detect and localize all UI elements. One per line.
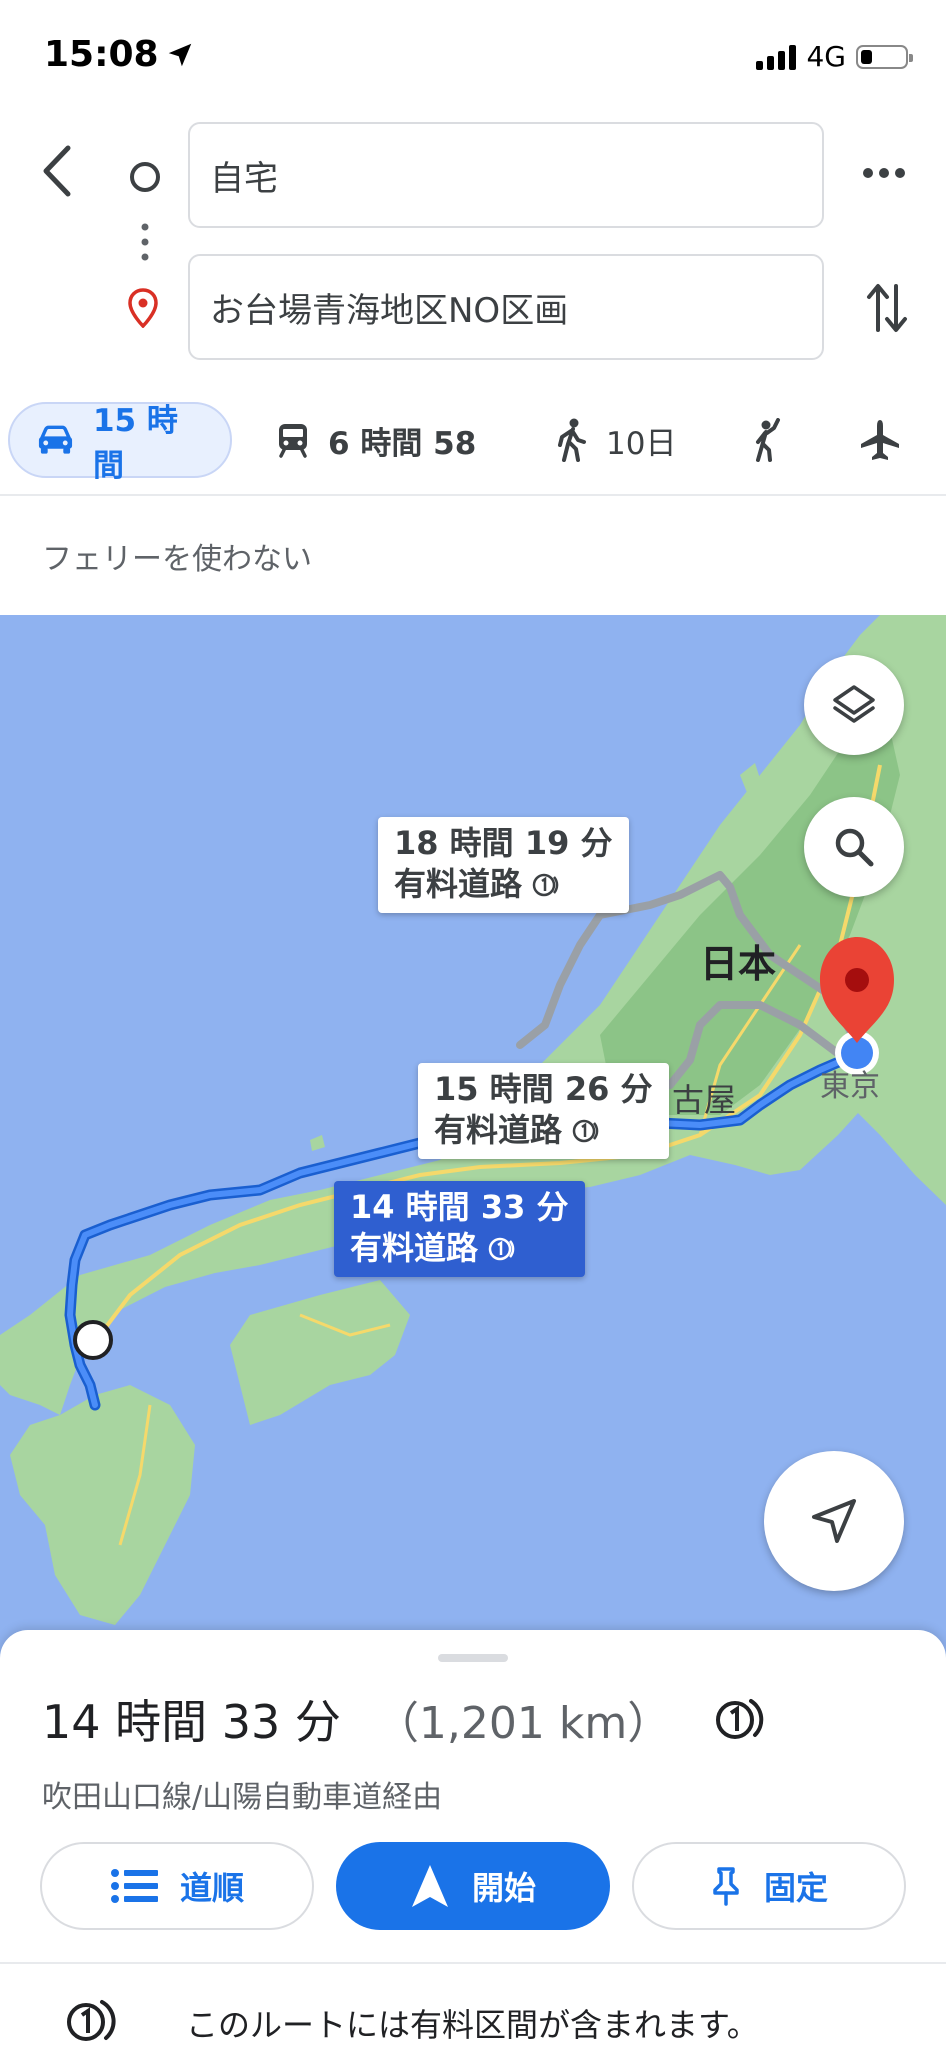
mode-ride-hailing[interactable] — [752, 402, 786, 478]
route-summary: 14 時間 33 分 （1,201 km） — [42, 1686, 765, 1752]
alt-route-2-time: 15 時間 26 分 — [434, 1070, 653, 1108]
toll-icon — [532, 873, 559, 896]
toll-icon — [67, 2000, 116, 2041]
mode-flight[interactable] — [858, 402, 902, 478]
swap-route-icon[interactable] — [866, 280, 908, 336]
origin-value: 自宅 — [210, 158, 278, 199]
start-label: 開始 — [471, 1869, 536, 1907]
route-via: 吹田山口線/山陽自動車道経由 — [42, 1780, 443, 1815]
mode-car[interactable]: 15 時間 — [8, 402, 232, 484]
airplane-icon — [861, 420, 899, 460]
route-options[interactable]: フェリーを使わない — [42, 534, 312, 578]
map-search-button[interactable] — [804, 797, 904, 897]
alt-route-1-toll-row: 有料道路 — [394, 864, 613, 905]
status-time-text: 15:08 — [44, 34, 159, 75]
start-button[interactable]: 開始 — [336, 1842, 610, 1930]
walking-icon — [558, 418, 586, 462]
status-indicators: 4G — [756, 40, 913, 73]
header-divider — [0, 494, 946, 496]
toll-notice: このルートには有料区間が含まれます。 — [186, 2006, 759, 2044]
map-layers-button[interactable] — [804, 655, 904, 755]
destination-pin-icon — [128, 288, 158, 328]
hail-ride-icon — [756, 418, 780, 462]
route-dots-icon — [141, 223, 149, 261]
origin-field[interactable]: 自宅 — [188, 122, 824, 228]
travel-mode-bar: 15 時間 6 時間 58 10日 — [0, 402, 946, 484]
toll-icon — [572, 1119, 599, 1142]
status-time: 15:08 — [44, 34, 195, 75]
more-options-icon[interactable] — [862, 166, 906, 180]
toll-icon — [716, 1699, 764, 1739]
sheet-divider — [0, 1962, 946, 1964]
alt-route-2-toll: 有料道路 — [434, 1111, 563, 1149]
mode-transit[interactable]: 6 時間 58 — [276, 402, 476, 478]
selected-route-callout[interactable]: 14 時間 33 分 有料道路 — [334, 1181, 585, 1277]
location-arrow-icon — [168, 43, 191, 66]
back-arrow-icon[interactable] — [36, 144, 76, 198]
navigation-arrow-icon — [812, 1499, 856, 1543]
sheet-drag-handle[interactable] — [438, 1654, 508, 1662]
mode-transit-label: 6 時間 58 — [328, 425, 477, 462]
recenter-button[interactable] — [764, 1451, 904, 1591]
network-type: 4G — [806, 40, 846, 73]
origin-circle-icon — [130, 162, 160, 192]
directions-label: 道順 — [179, 1869, 244, 1907]
signal-icon — [756, 44, 797, 70]
map-label-japan: 日本 — [700, 942, 777, 986]
destination-field[interactable]: お台場青海地区NO区画 — [188, 254, 824, 360]
map-label-tokyo: 東京 — [820, 1069, 880, 1104]
alt-route-2-toll-row: 有料道路 — [434, 1110, 653, 1151]
selected-route-toll: 有料道路 — [350, 1229, 479, 1267]
toll-icon — [488, 1237, 515, 1260]
layers-icon — [833, 685, 875, 723]
pushpin-icon — [713, 1867, 739, 1906]
selected-route-toll-row: 有料道路 — [350, 1228, 569, 1269]
destination-value: お台場青海地区NO区画 — [210, 290, 569, 331]
directions-button[interactable]: 道順 — [40, 1842, 314, 1930]
selected-route-time: 14 時間 33 分 — [350, 1188, 569, 1226]
map-label-nagoya: 古屋 — [672, 1081, 737, 1119]
list-icon — [110, 1869, 158, 1903]
alt-route-1-time: 18 時間 19 分 — [394, 824, 613, 862]
alt-route-callout-1[interactable]: 18 時間 19 分 有料道路 — [378, 817, 629, 913]
map-view[interactable]: 日本 東京 古屋 18 時間 19 分 有料道路 15 時間 26 分 有料道路 — [0, 615, 946, 1715]
search-icon — [835, 828, 874, 867]
car-icon — [38, 425, 73, 454]
mode-walk[interactable]: 10日 — [556, 402, 676, 478]
route-distance: （1,201 km） — [374, 1698, 672, 1749]
battery-icon — [856, 44, 913, 69]
pin-button[interactable]: 固定 — [632, 1842, 906, 1930]
transit-icon — [279, 424, 307, 458]
route-bottom-sheet[interactable]: 14 時間 33 分 （1,201 km） 吹田山口線/山陽自動車道経由 道順 … — [0, 1630, 946, 2048]
alt-route-1-toll: 有料道路 — [394, 865, 523, 903]
navigation-start-icon — [411, 1865, 448, 1907]
alt-route-callout-2[interactable]: 15 時間 26 分 有料道路 — [418, 1063, 669, 1159]
pin-label: 固定 — [763, 1869, 828, 1907]
mode-walk-label: 10日 — [606, 425, 677, 462]
mode-car-label: 15 時間 — [92, 403, 178, 484]
route-duration: 14 時間 33 分 — [42, 1695, 341, 1749]
